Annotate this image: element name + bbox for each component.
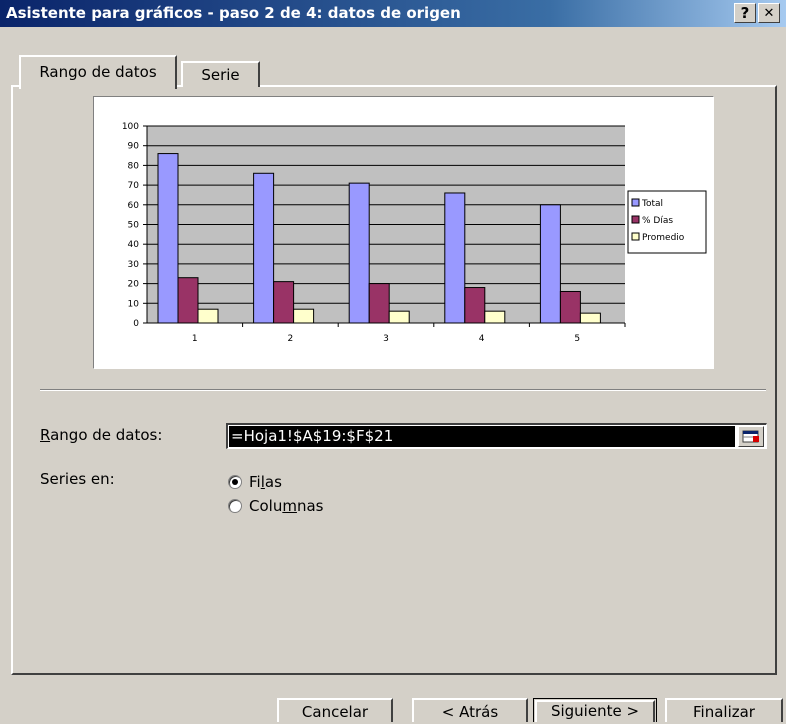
chart-svg: 0 10 20 30 40 50 60 70 80 90 100 1 2 3 4 5 Total % Días Pr… — [122, 122, 707, 344]
chart-preview: 0 10 20 30 40 50 60 70 80 90 100 1 2 3 4 5 Total % Días Pr… — [93, 96, 714, 369]
legend-label: % Días — [642, 216, 673, 226]
legend-label: Promedio — [642, 233, 685, 243]
window-title: Asistente para gráficos - paso 2 de 4: d… — [6, 4, 461, 22]
y-tick-label: 30 — [128, 260, 140, 270]
columns-radio[interactable] — [228, 499, 242, 513]
bar — [539, 204, 561, 324]
finish-button[interactable]: Finalizar — [665, 698, 783, 722]
range-picker-icon — [742, 430, 759, 443]
y-tick-label: 10 — [128, 299, 140, 309]
tab-label: Serie — [201, 66, 240, 84]
columns-option-label[interactable]: Columnas — [249, 497, 323, 515]
y-tick-label: 20 — [128, 280, 140, 290]
bar — [388, 310, 410, 324]
bar — [464, 287, 486, 324]
bar — [273, 281, 295, 324]
rows-radio[interactable] — [228, 475, 242, 489]
y-tick-label: 0 — [133, 319, 139, 329]
bar — [197, 308, 219, 324]
y-tick-label: 40 — [128, 240, 140, 250]
close-button[interactable]: ✕ — [758, 3, 780, 23]
range-input-value: =Hoja1!$A$19:$F$21 — [229, 426, 735, 447]
tab-rango-de-datos[interactable]: Rango de datos — [19, 55, 177, 89]
cancel-button[interactable]: Cancelar — [277, 698, 393, 722]
bar — [253, 172, 275, 324]
bar — [579, 312, 601, 324]
x-tick-label: 1 — [192, 334, 198, 344]
bar — [484, 310, 506, 324]
y-tick-label: 100 — [122, 122, 139, 132]
bar — [559, 290, 581, 324]
separator — [40, 389, 766, 391]
bar — [368, 283, 390, 324]
range-input[interactable]: =Hoja1!$A$19:$F$21 — [226, 423, 767, 449]
range-label: Rango de datos: — [40, 426, 163, 444]
bar — [177, 277, 199, 324]
bar — [348, 182, 370, 324]
legend-swatch — [631, 198, 640, 207]
next-button[interactable]: Siguiente > — [533, 698, 657, 722]
legend-swatch — [631, 232, 640, 241]
tab-label: Rango de datos — [39, 63, 157, 81]
bar — [444, 192, 466, 324]
legend-label: Total — [641, 199, 663, 209]
y-tick-label: 70 — [128, 181, 140, 191]
title-bar: Asistente para gráficos - paso 2 de 4: d… — [0, 0, 786, 27]
x-tick-label: 5 — [574, 334, 580, 344]
y-tick-label: 90 — [128, 142, 140, 152]
x-tick-label: 3 — [383, 334, 389, 344]
bar — [157, 153, 179, 324]
help-button[interactable]: ? — [734, 3, 756, 23]
y-tick-label: 80 — [128, 161, 140, 171]
x-tick-label: 4 — [479, 334, 485, 344]
collapse-dialog-button[interactable] — [738, 426, 764, 447]
x-tick-label: 2 — [288, 334, 294, 344]
radio-dot — [232, 479, 238, 485]
series-label: Series en: — [40, 470, 115, 488]
tab-serie[interactable]: Serie — [181, 61, 260, 87]
y-tick-label: 60 — [128, 201, 140, 211]
back-button[interactable]: < Atrás — [412, 698, 528, 722]
y-tick-label: 50 — [128, 221, 140, 231]
rows-option-label[interactable]: Filas — [249, 473, 282, 491]
bar — [293, 308, 315, 324]
legend-swatch — [631, 215, 640, 224]
